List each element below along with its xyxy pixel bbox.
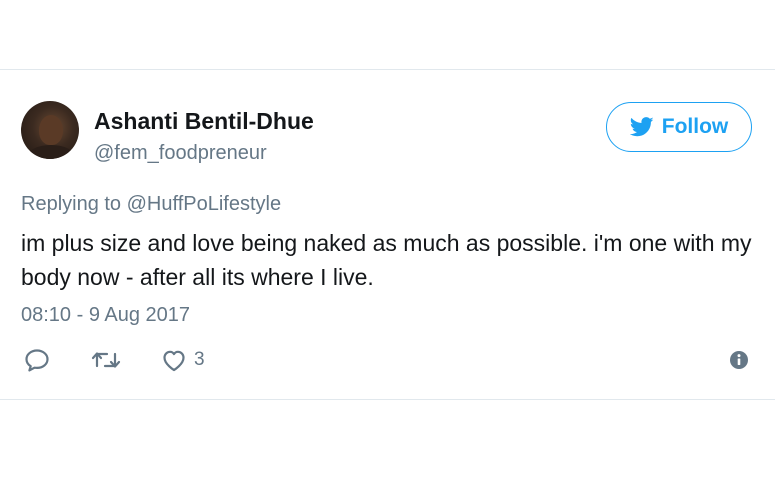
- top-divider: [0, 69, 775, 70]
- avatar[interactable]: [21, 101, 79, 159]
- replying-to-line: Replying to @HuffPoLifestyle: [21, 193, 281, 216]
- avatar-face: [39, 115, 63, 145]
- display-name[interactable]: Ashanti Bentil-Dhue: [94, 108, 314, 135]
- like-button[interactable]: 3: [160, 346, 205, 374]
- follow-label: Follow: [661, 115, 729, 138]
- bottom-divider: [0, 399, 775, 400]
- retweet-button[interactable]: [90, 346, 122, 374]
- retweet-icon: [91, 352, 121, 368]
- tweet-embed: Ashanti Bentil-Dhue @fem_foodpreneur Fol…: [0, 0, 775, 477]
- avatar-shoulder: [27, 145, 75, 159]
- info-icon[interactable]: [729, 350, 749, 370]
- reply-icon: [25, 349, 49, 372]
- replying-to-mention[interactable]: @HuffPoLifestyle: [127, 193, 281, 215]
- tweet-timestamp[interactable]: 08:10 - 9 Aug 2017: [21, 304, 190, 327]
- like-count: 3: [194, 349, 205, 370]
- follow-button[interactable]: Follow: [606, 102, 752, 152]
- heart-icon: [163, 350, 185, 372]
- replying-prefix: Replying to: [21, 193, 122, 215]
- tweet-text: im plus size and love being naked as muc…: [21, 230, 752, 290]
- reply-button[interactable]: [23, 346, 51, 374]
- twitter-bird-icon: [629, 117, 654, 137]
- user-handle[interactable]: @fem_foodpreneur: [94, 142, 267, 165]
